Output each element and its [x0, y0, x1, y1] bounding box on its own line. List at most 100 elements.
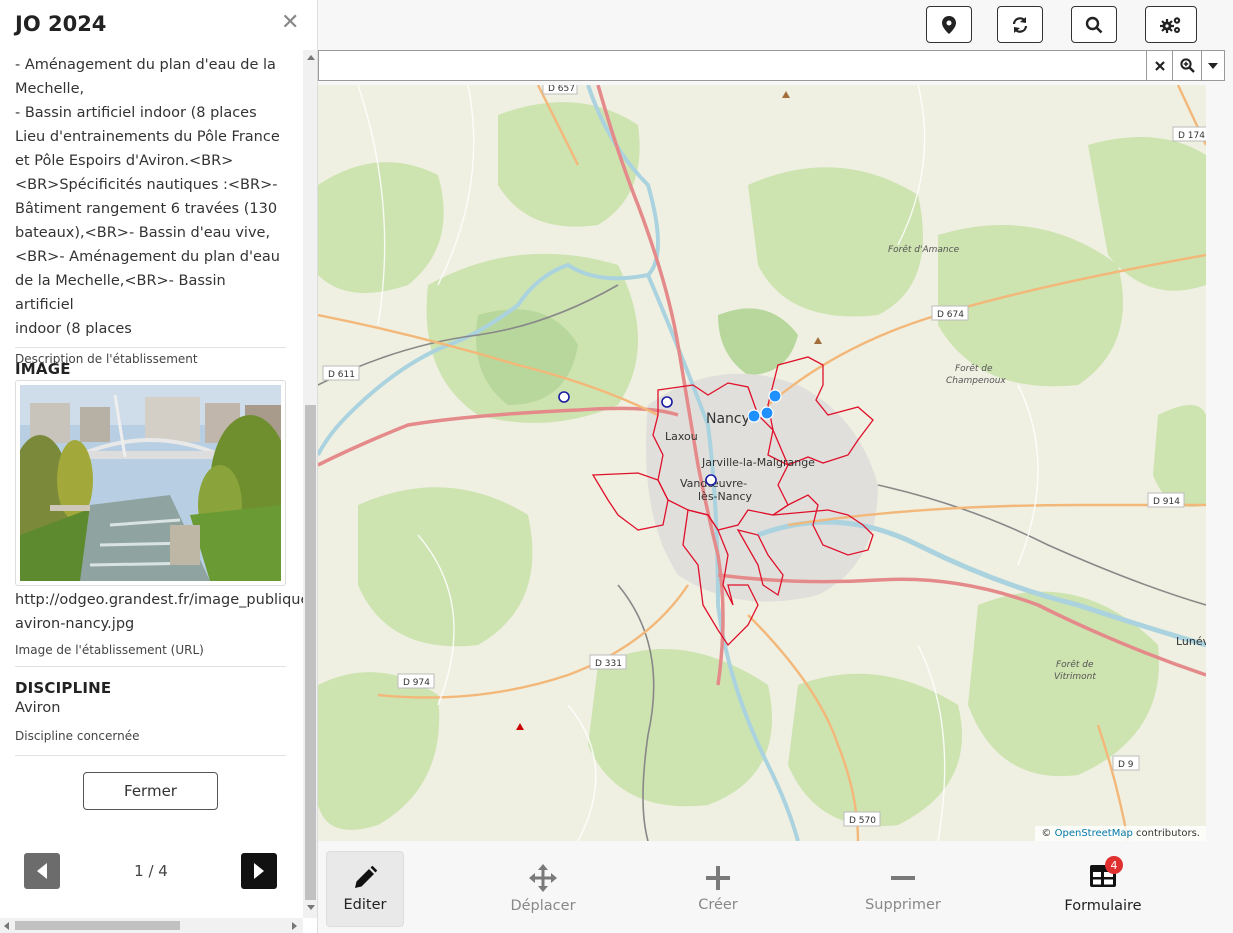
- pencil-icon: [355, 865, 378, 888]
- settings-button[interactable]: [1145, 6, 1197, 43]
- map-view[interactable]: D 657 D 174 D 674 D 611 D 914 D 331 D 97…: [318, 85, 1206, 841]
- move-button[interactable]: Déplacer: [498, 851, 588, 927]
- close-icon: [1154, 60, 1165, 71]
- road-label: D 611: [328, 370, 355, 380]
- description-line: - Aménagement du plan d'eau de la: [15, 57, 276, 73]
- image-url-line: aviron-nancy.jpg: [15, 616, 135, 632]
- description-line: indoor (8 places: [15, 321, 132, 337]
- road-label: D 174: [1178, 131, 1205, 141]
- discipline-caption: Discipline concernée: [15, 729, 140, 743]
- move-label: Déplacer: [510, 898, 576, 914]
- minus-icon: [891, 876, 915, 880]
- place-label: Forêt de: [955, 363, 993, 374]
- description-line: - Bassin artificiel indoor (8 places: [15, 105, 257, 121]
- place-label: Vitrimont: [1054, 672, 1096, 682]
- place-label: Jarville-la-Malgrange: [701, 456, 815, 469]
- discipline-value: Aviron: [15, 700, 61, 716]
- delete-button[interactable]: Supprimer: [853, 851, 953, 927]
- divider: [15, 666, 286, 667]
- form-icon-wrap: 4: [1089, 856, 1123, 892]
- description-line: Bâtiment rangement 6 travées (130: [15, 201, 278, 217]
- close-button[interactable]: Fermer: [83, 772, 218, 810]
- description-line: et Pôle Espoirs d'Aviron.<BR>: [15, 153, 234, 169]
- zoom-in-icon: [1179, 58, 1195, 73]
- road-label: D 9: [1118, 760, 1134, 770]
- form-label: Formulaire: [1064, 898, 1142, 914]
- search-icon: [1085, 16, 1103, 33]
- plus-icon: [706, 866, 730, 890]
- road-label: D 657: [548, 85, 575, 94]
- facility-marker-selected[interactable]: [760, 406, 774, 420]
- description-line: Lieu d'entrainements du Pôle France: [15, 129, 280, 145]
- discipline-section-title: DISCIPLINE: [15, 679, 112, 697]
- map-marker-icon: [942, 15, 956, 34]
- place-label: Champenoux: [946, 376, 1006, 386]
- triangle-right-icon: [254, 863, 264, 879]
- scroll-right-icon[interactable]: [292, 922, 297, 930]
- pager-text: 1 / 4: [134, 862, 168, 880]
- edit-label: Editer: [343, 897, 387, 913]
- scroll-left-icon[interactable]: [4, 922, 9, 930]
- move-arrows-icon: [529, 864, 557, 892]
- feature-panel: JO 2024 ✕ - Aménagement du plan d'eau de…: [0, 0, 318, 933]
- search-button[interactable]: [1071, 6, 1117, 43]
- horizontal-scrollbar[interactable]: [0, 918, 303, 933]
- vertical-scrollbar[interactable]: [303, 50, 317, 918]
- openstreetmap-link[interactable]: OpenStreetMap: [1055, 828, 1133, 839]
- facility-marker[interactable]: [661, 396, 673, 408]
- panel-title: JO 2024: [15, 12, 107, 36]
- place-label: lès-Nancy: [698, 490, 753, 503]
- establishment-photo[interactable]: [10, 380, 290, 586]
- close-icon[interactable]: ✕: [281, 12, 299, 34]
- scrollbar-thumb[interactable]: [15, 921, 180, 930]
- facility-marker-selected[interactable]: [747, 409, 761, 423]
- place-label: Laxou: [665, 430, 698, 443]
- facility-marker[interactable]: [558, 391, 570, 403]
- image-url-line: http://odgeo.grandest.fr/image_publique: [15, 592, 303, 608]
- search-options-dropdown[interactable]: [1201, 51, 1224, 80]
- previous-button[interactable]: [24, 853, 60, 889]
- clear-search-button[interactable]: [1146, 51, 1172, 80]
- scroll-up-icon[interactable]: [307, 55, 315, 60]
- edit-toolbar: Editer Déplacer Créer Supprimer 4 Formul…: [318, 845, 1233, 933]
- description-line: <BR>Spécificités nautiques :<BR>-: [15, 177, 278, 193]
- facility-marker[interactable]: [705, 474, 717, 486]
- description-line: <BR>- Aménagement du plan d'eau: [15, 249, 280, 265]
- road-label: D 974: [403, 678, 430, 688]
- attribution-suffix: contributors.: [1136, 828, 1200, 839]
- photo-image: [10, 385, 290, 581]
- settings-icon: [1160, 16, 1181, 33]
- search-input[interactable]: [323, 54, 1143, 77]
- facility-marker-selected[interactable]: [768, 389, 782, 403]
- scroll-down-icon[interactable]: [307, 905, 315, 910]
- scrollbar-thumb[interactable]: [305, 405, 316, 900]
- edit-button[interactable]: Editer: [326, 851, 404, 927]
- panel-content: - Aménagement du plan d'eau de la Mechel…: [0, 50, 303, 920]
- form-count-badge: 4: [1105, 856, 1123, 874]
- form-button[interactable]: 4 Formulaire: [1053, 851, 1153, 927]
- next-button[interactable]: [241, 853, 277, 889]
- city-label: Nancy: [706, 411, 750, 427]
- map-attribution: © OpenStreetMap contributors.: [1035, 826, 1206, 841]
- create-label: Créer: [698, 897, 738, 913]
- map-canvas[interactable]: D 657 D 174 D 674 D 611 D 914 D 331 D 97…: [318, 85, 1206, 841]
- divider: [15, 347, 286, 348]
- place-label: Forêt de: [1056, 659, 1094, 670]
- refresh-button[interactable]: [997, 6, 1043, 43]
- refresh-icon: [1012, 16, 1028, 33]
- search-bar: [318, 50, 1225, 81]
- description-text: - Aménagement du plan d'eau de la Mechel…: [15, 53, 287, 371]
- image-section-title: IMAGE: [15, 360, 71, 378]
- road-label: D 914: [1153, 497, 1180, 507]
- create-button[interactable]: Créer: [678, 851, 758, 927]
- copyright-symbol: ©: [1041, 828, 1052, 839]
- image-url: http://odgeo.grandest.fr/image_publique …: [15, 588, 303, 662]
- image-caption: Image de l'établissement (URL): [15, 643, 204, 657]
- triangle-left-icon: [37, 863, 47, 879]
- zoom-to-button[interactable]: [1172, 51, 1201, 80]
- caret-down-icon: [1208, 62, 1218, 69]
- divider: [15, 755, 286, 756]
- delete-label: Supprimer: [865, 897, 941, 913]
- road-label: D 331: [595, 659, 622, 669]
- locate-button[interactable]: [926, 6, 972, 43]
